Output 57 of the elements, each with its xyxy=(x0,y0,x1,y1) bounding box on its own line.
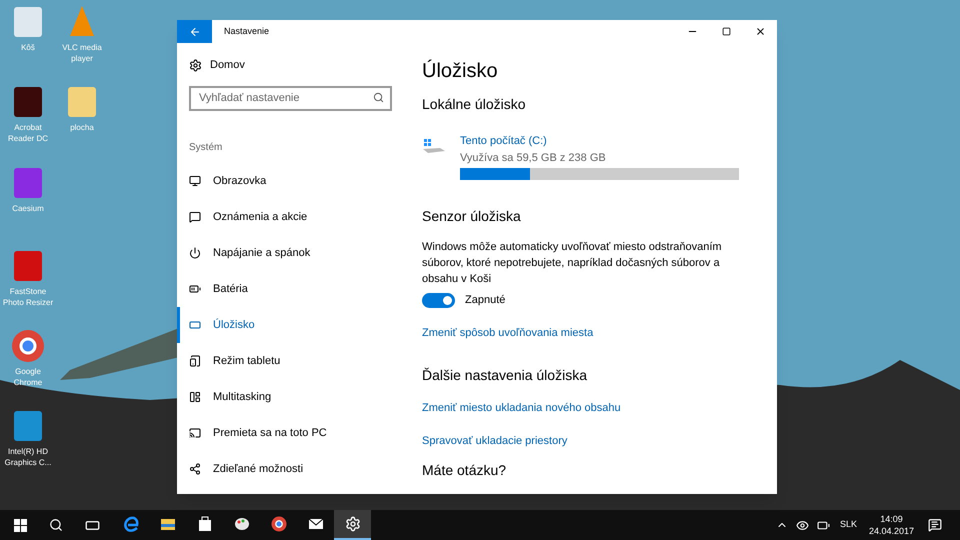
sidebar-item[interactable]: Úložisko xyxy=(177,307,404,343)
search-icon xyxy=(49,518,63,532)
taskbar-app-button[interactable] xyxy=(334,510,371,540)
window-title: Nastavenie xyxy=(224,24,270,38)
sidebar-item-icon xyxy=(189,211,201,223)
section-heading: Lokálne úložisko xyxy=(422,95,527,114)
notifications-icon[interactable] xyxy=(928,518,942,532)
sidebar-item-icon xyxy=(189,355,201,367)
section-heading: Senzor úložiska xyxy=(422,207,522,226)
language-indicator[interactable]: SLK xyxy=(840,518,857,532)
drive-usage-text: Využíva sa 59,5 GB z 238 GB xyxy=(460,150,607,166)
sidebar-item-icon xyxy=(189,391,201,403)
settings-link[interactable]: Zmeniť spôsob uvoľňovania miesta xyxy=(422,324,752,341)
drive-name-link[interactable]: Tento počítač (C:) xyxy=(460,133,752,150)
search-field[interactable]: Vyhľadať nastavenie xyxy=(189,86,392,110)
sidebar-item[interactable]: Multitasking xyxy=(177,379,404,415)
sidebar-item-icon xyxy=(189,463,201,475)
windows-logo-icon xyxy=(14,518,26,532)
sidebar-item[interactable]: Batéria xyxy=(177,271,404,307)
sidebar-item-icon xyxy=(189,175,201,187)
section-heading: Máte otázku? xyxy=(422,461,508,479)
maximize-icon xyxy=(722,27,730,36)
settings-icon xyxy=(189,58,202,72)
home-link[interactable]: Domov xyxy=(210,56,245,74)
clock[interactable]: 14:09 24.04.2017 xyxy=(868,513,914,537)
back-button[interactable] xyxy=(177,20,212,43)
envelope-icon xyxy=(308,516,324,532)
sidebar-item-icon xyxy=(189,319,201,331)
settings-link[interactable]: Spravovať ukladacie priestory xyxy=(422,432,752,449)
sidebar-item[interactable]: Režim tabletu xyxy=(177,343,404,379)
edge-browser-icon xyxy=(122,516,138,532)
desktop-icon-label[interactable]: Intel(R) HD Graphics C... xyxy=(0,446,56,468)
sidebar-item[interactable]: Obrazovka xyxy=(177,163,404,199)
sidebar-item[interactable]: Napájanie a spánok xyxy=(177,235,404,271)
toggle-switch[interactable] xyxy=(422,292,455,308)
eye-icon[interactable] xyxy=(796,518,809,532)
toggle-label: Zapnuté xyxy=(465,293,506,308)
sidebar-item-icon xyxy=(189,283,201,295)
sidebar-item[interactable]: Zdieľané možnosti xyxy=(177,451,404,487)
section-heading: Ďalšie nastavenia úložiska xyxy=(422,366,588,385)
back-arrow-icon xyxy=(188,26,200,38)
page-title: Úložisko xyxy=(422,58,499,84)
sidebar-item-icon xyxy=(189,427,201,439)
settings-icon xyxy=(344,516,360,532)
sidebar-item-icon xyxy=(189,247,201,259)
close-icon xyxy=(754,26,766,37)
sidebar-item[interactable]: Oznámenia a akcie xyxy=(177,199,404,235)
search-icon xyxy=(373,92,384,103)
section-label: Systém xyxy=(189,141,224,155)
browser-logo-icon xyxy=(10,328,46,364)
settings-link[interactable]: Zmeniť miesto ukladania nového obsahu xyxy=(422,400,752,416)
palette-icon xyxy=(234,516,250,532)
browser-logo-icon xyxy=(270,516,286,532)
shopping-bag-icon xyxy=(196,516,212,532)
description-text: Windows môže automaticky uvoľňovať miesto odstraňovaním súborov, ktoré nepotrebujete, napríklad dočasných súborov a obsahu v Koši xyxy=(422,240,723,287)
sidebar-item[interactable]: Premieta sa na toto PC xyxy=(177,415,404,451)
battery-icon[interactable] xyxy=(816,518,830,532)
